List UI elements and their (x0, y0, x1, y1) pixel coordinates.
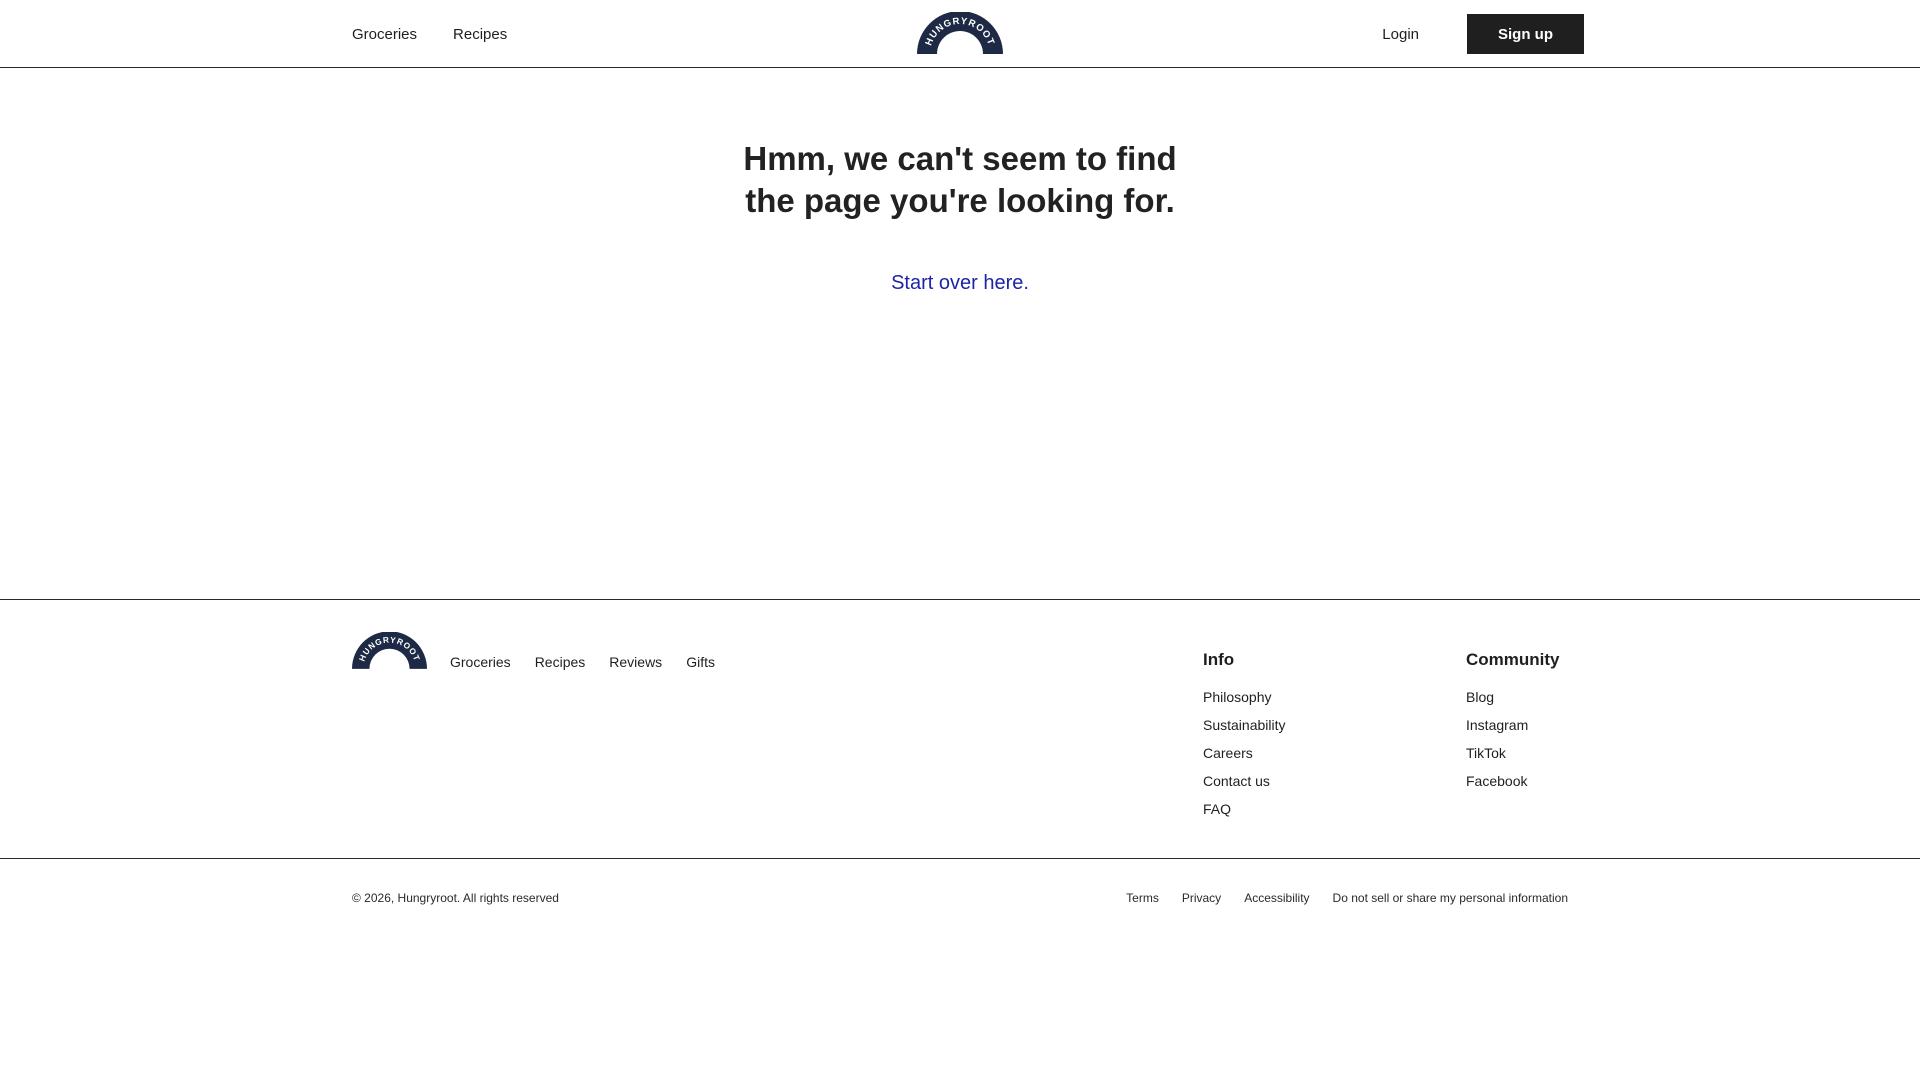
footer-hungryroot-logo-icon: HUNGRYROOT (352, 631, 427, 669)
tiktok-link[interactable]: TikTok (1466, 745, 1506, 761)
page-title-line-1: Hmm, we can't seem to find (743, 140, 1177, 177)
signup-button[interactable]: Sign up (1467, 14, 1584, 54)
footer-logo[interactable]: HUNGRYROOT (352, 631, 427, 669)
start-over-link[interactable]: Start over here. (891, 272, 1029, 294)
hungryroot-logo-icon: HUNGRYROOT (917, 11, 1003, 54)
copyright-text: © 2026, Hungryroot. All rights reserved (352, 891, 559, 905)
start-over-wrapper: Start over here. (0, 272, 1920, 295)
footer-community-column: Community Blog Instagram TikTok Facebook (1466, 650, 1560, 795)
page-title: Hmm, we can't seem to find the page you'… (0, 138, 1920, 222)
header-nav: Groceries Recipes (352, 0, 507, 68)
footer-recipes-link[interactable]: Recipes (535, 654, 586, 670)
list-item: Blog (1466, 683, 1560, 711)
site-footer: HUNGRYROOT Groceries Recipes Reviews Gif… (0, 600, 1920, 859)
footer-groceries-link[interactable]: Groceries (450, 654, 511, 670)
info-links: Philosophy Sustainability Careers Contac… (1203, 683, 1286, 823)
not-found-section: Hmm, we can't seem to find the page you'… (0, 68, 1920, 600)
footer-info-column: Info Philosophy Sustainability Careers C… (1203, 650, 1286, 823)
facebook-link[interactable]: Facebook (1466, 773, 1527, 789)
faq-link[interactable]: FAQ (1203, 801, 1231, 817)
hungryroot-logo[interactable]: HUNGRYROOT (917, 11, 1003, 54)
do-not-sell-link[interactable]: Do not sell or share my personal informa… (1333, 891, 1568, 905)
info-heading: Info (1203, 650, 1235, 669)
list-item: FAQ (1203, 795, 1286, 823)
nav-recipes-link[interactable]: Recipes (453, 26, 507, 43)
blog-link[interactable]: Blog (1466, 689, 1494, 705)
sustainability-link[interactable]: Sustainability (1203, 717, 1286, 733)
footer-gifts-link[interactable]: Gifts (686, 654, 715, 670)
list-item: Facebook (1466, 767, 1560, 795)
page-title-line-2: the page you're looking for. (745, 182, 1175, 219)
philosophy-link[interactable]: Philosophy (1203, 689, 1272, 705)
contact-us-link[interactable]: Contact us (1203, 773, 1270, 789)
nav-groceries-link[interactable]: Groceries (352, 26, 417, 43)
legal-bar: © 2026, Hungryroot. All rights reserved … (0, 859, 1920, 939)
list-item: Careers (1203, 739, 1286, 767)
list-item: Contact us (1203, 767, 1286, 795)
footer-nav: Groceries Recipes Reviews Gifts (450, 654, 715, 670)
accessibility-link[interactable]: Accessibility (1244, 891, 1309, 905)
site-header: Groceries Recipes HUNGRYROOT Login Sign … (0, 0, 1920, 68)
login-link[interactable]: Login (1382, 26, 1419, 43)
footer-reviews-link[interactable]: Reviews (609, 654, 662, 670)
list-item: Sustainability (1203, 711, 1286, 739)
community-heading: Community (1466, 650, 1560, 669)
list-item: Instagram (1466, 711, 1560, 739)
careers-link[interactable]: Careers (1203, 745, 1253, 761)
terms-link[interactable]: Terms (1126, 891, 1159, 905)
legal-links: Terms Privacy Accessibility Do not sell … (1126, 891, 1568, 905)
community-links: Blog Instagram TikTok Facebook (1466, 683, 1560, 795)
header-actions: Login Sign up (1382, 0, 1584, 68)
list-item: TikTok (1466, 739, 1560, 767)
list-item: Philosophy (1203, 683, 1286, 711)
privacy-link[interactable]: Privacy (1182, 891, 1221, 905)
instagram-link[interactable]: Instagram (1466, 717, 1528, 733)
